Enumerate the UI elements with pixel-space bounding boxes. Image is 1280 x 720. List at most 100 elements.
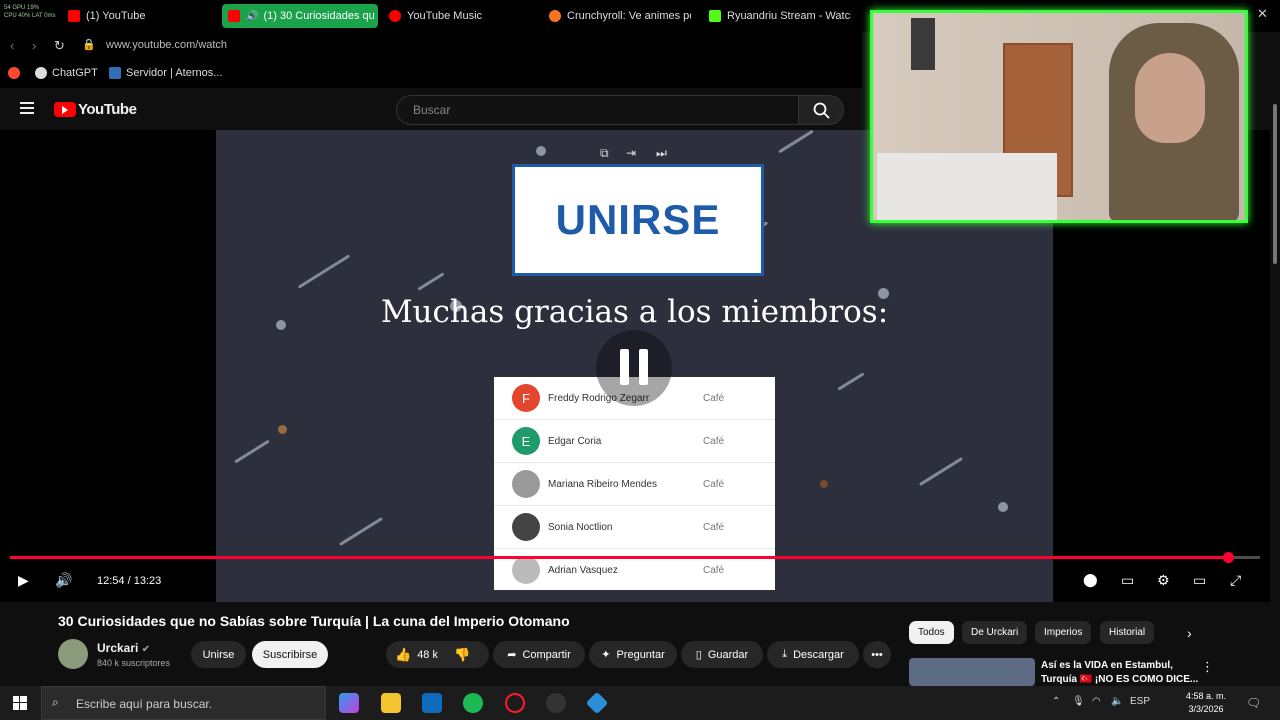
spotify-icon[interactable]	[463, 693, 483, 713]
exit-icon[interactable]: ⇥	[626, 146, 636, 160]
share-icon: ➦	[507, 649, 517, 661]
streak-decoration	[837, 372, 865, 391]
system-monitor-overlay: 54 GPU 19% CPU 40% LAT 0ms	[4, 5, 56, 19]
chip-historial[interactable]: Historial	[1100, 621, 1155, 644]
youtube-logo[interactable]: YouTube	[54, 101, 137, 118]
crunchyroll-icon	[549, 10, 561, 22]
microphone-icon[interactable]: 🎙	[1072, 696, 1085, 707]
streak-decoration	[234, 439, 270, 464]
subtitles-icon[interactable]: ▭	[1121, 572, 1134, 589]
back-icon[interactable]: ‹	[10, 38, 14, 53]
progress-bar[interactable]	[10, 552, 1260, 563]
search-input[interactable]	[411, 102, 775, 118]
settings-icon[interactable]: ⚙	[1157, 572, 1170, 589]
file-explorer-icon[interactable]	[381, 693, 401, 713]
channel-avatar[interactable]	[58, 639, 88, 669]
join-button[interactable]: Unirse	[191, 641, 246, 668]
tab-crunchyroll[interactable]: Crunchyroll: Ve animes po	[549, 4, 691, 28]
avatar	[512, 470, 540, 498]
face-image	[1135, 53, 1205, 143]
notifications-icon[interactable]: 🗨	[1246, 696, 1261, 710]
kick-icon	[709, 10, 721, 22]
share-button[interactable]: ➦ Compartir	[493, 641, 585, 668]
clock[interactable]: 4:58 a. m. 3/3/2026	[1186, 690, 1226, 716]
streak-decoration	[297, 254, 351, 289]
sparkle-icon: ✦	[601, 649, 611, 661]
chatgpt-icon	[35, 67, 47, 79]
menu-icon[interactable]	[20, 102, 34, 117]
subscribe-button[interactable]: Suscribirse	[252, 641, 328, 668]
app-icon[interactable]	[585, 691, 609, 715]
bookmark-aternos[interactable]: Servidor | Aternos...	[109, 67, 222, 79]
recommended-title[interactable]: Así es la VIDA en Estambul, Turquía 🇹🇷 ¡…	[1041, 659, 1201, 687]
copilot-icon[interactable]	[339, 693, 359, 713]
streak-decoration	[778, 130, 814, 154]
join-graphic: UNIRSE	[512, 164, 764, 276]
tab-kick-stream[interactable]: Ryuandriu Stream - Watch	[709, 4, 851, 28]
like-count[interactable]: 48 k	[417, 649, 438, 661]
outlook-icon[interactable]	[422, 693, 442, 713]
progress-fill	[10, 556, 1228, 559]
dislike-icon[interactable]: 👎	[454, 647, 470, 663]
search-icon: ⌕	[52, 695, 59, 709]
chip-de-urckari[interactable]: De Urckari	[962, 621, 1028, 644]
chevron-right-icon[interactable]: ›	[1187, 625, 1192, 641]
close-window-icon[interactable]: ✕	[1257, 6, 1268, 22]
streak-decoration	[919, 456, 963, 487]
chip-todos[interactable]: Todos	[909, 621, 954, 644]
tab-youtube-music[interactable]: YouTube Music	[389, 4, 529, 28]
avatar: E	[512, 427, 540, 455]
more-vert-icon[interactable]: ⋮	[1201, 659, 1214, 675]
aternos-icon	[109, 67, 121, 79]
volume-tray-icon[interactable]: 🔈	[1111, 696, 1123, 707]
opera-gx-icon[interactable]	[505, 693, 525, 713]
search-button[interactable]	[798, 95, 844, 125]
progress-knob[interactable]	[1222, 552, 1234, 563]
youtube-icon	[68, 10, 80, 22]
youtube-music-icon	[389, 10, 401, 22]
more-actions-icon[interactable]: •••	[863, 641, 891, 668]
fullscreen-icon[interactable]: ⤢	[1230, 572, 1241, 589]
lock-icon: 🔒	[82, 39, 96, 51]
download-button[interactable]: ⤓ Descargar	[767, 641, 859, 668]
sphere-decoration	[820, 480, 828, 488]
language-indicator[interactable]: ESP	[1130, 696, 1150, 707]
volume-icon[interactable]: 🔊	[55, 572, 72, 589]
tab-youtube[interactable]: (1) YouTube	[68, 4, 208, 28]
avatar: F	[512, 384, 540, 412]
taskbar-search: ⌕	[41, 686, 326, 720]
bookmark-chatgpt[interactable]: ChatGPT	[35, 67, 98, 79]
youtube-icon	[228, 10, 240, 22]
chip-imperios[interactable]: Imperios	[1035, 621, 1092, 644]
opera-icon	[8, 67, 20, 79]
tab-current-video[interactable]: 🔊 (1) 30 Curiosidades qu	[222, 4, 378, 28]
channel-name[interactable]: Urckari ✔	[97, 641, 150, 655]
like-icon[interactable]: 👍	[395, 647, 411, 663]
show-hidden-icons[interactable]: ⌃	[1052, 696, 1060, 707]
bookmark-icon: ▯	[695, 649, 702, 661]
reload-icon[interactable]: ↻	[54, 38, 65, 54]
ask-button[interactable]: ✦ Preguntar	[589, 641, 677, 668]
streak-decoration	[417, 272, 445, 291]
recommended-thumbnail[interactable]	[909, 658, 1035, 686]
miniplayer-icon[interactable]: ⧉	[600, 146, 609, 161]
taskbar-search-input[interactable]	[74, 696, 318, 712]
thanks-heading: Muchas gracias a los miembros:	[380, 294, 889, 330]
theater-mode-icon[interactable]: ▭	[1193, 572, 1206, 589]
skip-icon[interactable]: ⏭	[656, 146, 667, 161]
obs-icon[interactable]	[546, 693, 566, 713]
pause-overlay-icon[interactable]	[596, 330, 672, 406]
url-field[interactable]: www.youtube.com/watch	[106, 39, 227, 51]
autoplay-toggle-icon[interactable]: ⬤	[1083, 572, 1098, 588]
like-dislike-group: 👍 48 k 👎	[386, 641, 489, 668]
forward-icon[interactable]: ›	[32, 38, 36, 53]
windows-start-icon[interactable]	[13, 696, 27, 710]
save-button[interactable]: ▯ Guardar	[681, 641, 763, 668]
search-box	[396, 95, 800, 125]
opera-bookmark-icon[interactable]	[8, 67, 25, 79]
play-icon[interactable]: ▶	[18, 572, 29, 589]
download-icon: ⤓	[782, 648, 788, 660]
wifi-icon[interactable]: ◠	[1092, 696, 1101, 707]
page-scrollbar[interactable]	[1270, 90, 1280, 600]
list-item: E Edgar Coria Café	[494, 420, 775, 463]
